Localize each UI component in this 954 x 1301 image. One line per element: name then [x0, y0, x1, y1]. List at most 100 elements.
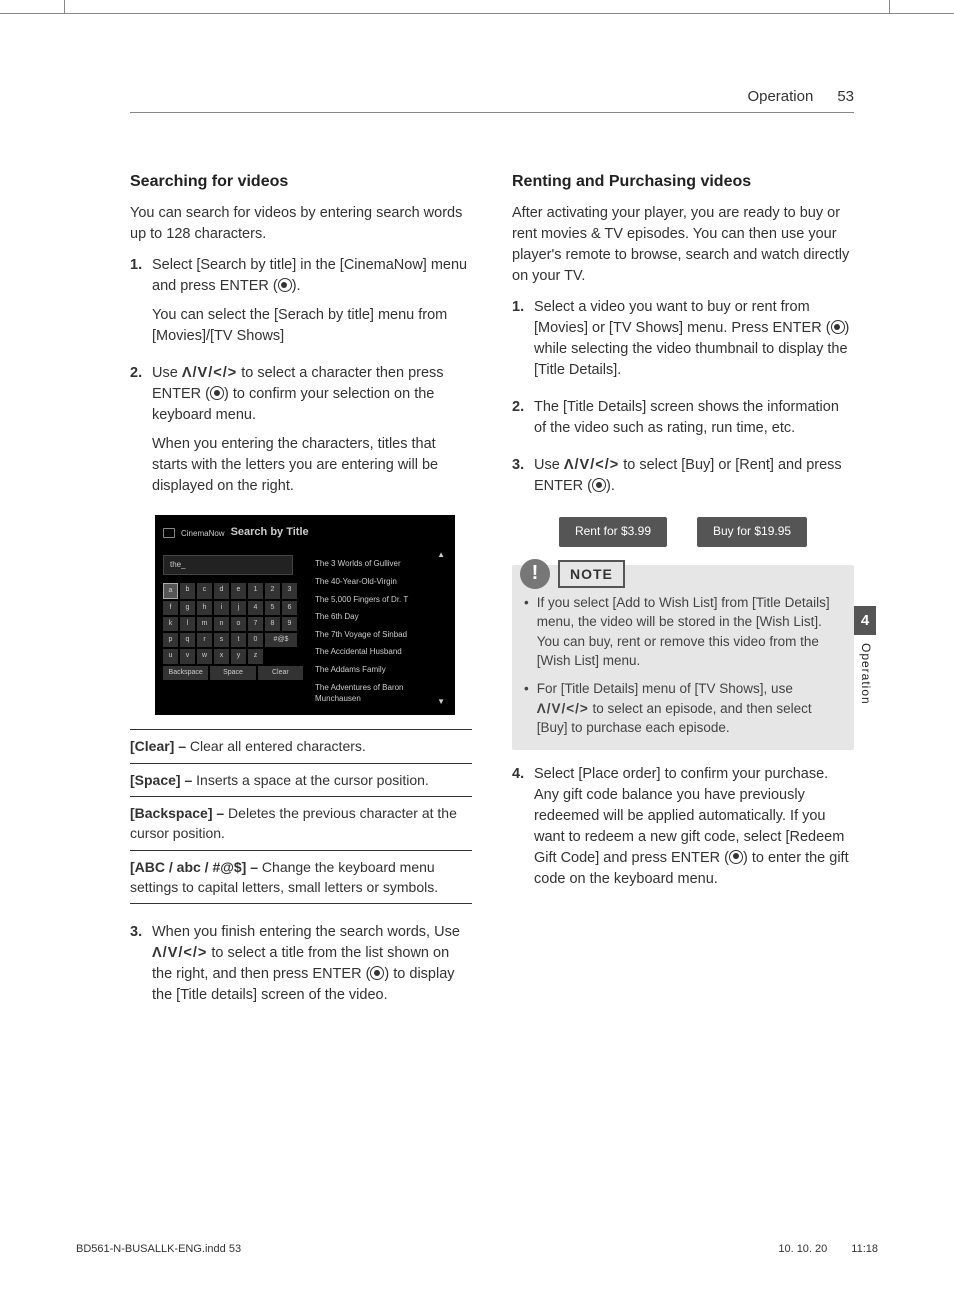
crop-mark-right — [889, 0, 890, 14]
side-tab: 4 Operation — [854, 606, 876, 705]
sc-key: g — [180, 601, 195, 615]
sc-result-item: The 6th Day — [315, 608, 443, 626]
sc-key: y — [231, 649, 246, 663]
sc-key: f — [163, 601, 178, 615]
note-label: NOTE — [558, 560, 625, 588]
header-section: Operation — [747, 88, 813, 105]
sc-key: u — [163, 649, 178, 663]
sc-key: 3 — [282, 583, 297, 599]
left-step-1: 1. Select [Search by title] in the [Cine… — [130, 255, 472, 355]
sc-result-item: The Adventures of Baron Munchausen — [315, 679, 443, 708]
sc-key: t — [231, 633, 246, 647]
left-column: Searching for videos You can search for … — [130, 170, 472, 1022]
sc-key: s — [214, 633, 229, 647]
sc-result-item: The 7th Voyage of Sinbad — [315, 626, 443, 644]
right-step-4: 4. Select [Place order] to confirm your … — [512, 764, 854, 898]
crop-mark-left — [64, 0, 65, 14]
sc-key: 5 — [265, 601, 280, 615]
sc-key: q — [180, 633, 195, 647]
right-intro: After activating your player, you are re… — [512, 203, 854, 287]
note-icon: ! — [520, 559, 550, 589]
right-heading: Renting and Purchasing videos — [512, 170, 854, 193]
left-step-3: 3. When you finish entering the search w… — [130, 922, 472, 1014]
right-step-3: 3. Use Λ/V/</> to select [Buy] or [Rent]… — [512, 455, 854, 505]
sc-key: 2 — [265, 583, 280, 599]
rstep3: Use Λ/V/</> to select [Buy] or [Rent] an… — [534, 455, 854, 497]
definition-row: [Clear] – Clear all entered characters. — [130, 729, 472, 762]
sc-result-item: The 40-Year-Old-Virgin — [315, 573, 443, 591]
sc-key: 1 — [248, 583, 263, 599]
footer-date: 10. 10. 20 — [778, 1243, 827, 1255]
step-number: 2. — [512, 397, 534, 447]
scroll-down-icon: ▼ — [437, 696, 445, 708]
page-header: Operation 53 — [747, 88, 854, 105]
sc-clear: Clear — [258, 666, 303, 680]
sc-key: i — [214, 601, 229, 615]
sc-key-symbols: #@$ — [265, 633, 297, 647]
step-number: 3. — [130, 922, 152, 1014]
sc-key: w — [197, 649, 212, 663]
sc-brand: CinemaNow — [181, 528, 225, 540]
side-tab-label: Operation — [854, 635, 873, 705]
definition-row: [Space] – Inserts a space at the cursor … — [130, 763, 472, 796]
enter-icon — [592, 478, 606, 492]
left-intro: You can search for videos by entering se… — [130, 203, 472, 245]
right-step-2: 2. The [Title Details] screen shows the … — [512, 397, 854, 447]
sc-key: r — [197, 633, 212, 647]
left-step-2: 2. Use Λ/V/</> to select a character the… — [130, 363, 472, 505]
header-rule — [130, 112, 854, 113]
sc-key: k — [163, 617, 178, 631]
step-number: 3. — [512, 455, 534, 505]
sc-key: o — [231, 617, 246, 631]
enter-icon — [729, 850, 743, 864]
rstep1: Select a video you want to buy or rent f… — [534, 297, 854, 381]
step-number: 1. — [512, 297, 534, 389]
step1-p2: You can select the [Serach by title] men… — [152, 305, 472, 347]
crop-mark-top — [0, 0, 954, 14]
sc-key: 0 — [248, 633, 263, 647]
enter-icon — [278, 278, 292, 292]
rstep4: Select [Place order] to confirm your pur… — [534, 764, 854, 890]
note-box: ! NOTE If you select [Add to Wish List] … — [512, 565, 854, 750]
note-item-2: For [Title Details] menu of [TV Shows], … — [524, 679, 842, 738]
sc-key: e — [231, 583, 246, 599]
sc-key: l — [180, 617, 195, 631]
right-column: Renting and Purchasing videos After acti… — [512, 170, 854, 1022]
note-item-1: If you select [Add to Wish List] from [T… — [524, 593, 842, 671]
step-number: 2. — [130, 363, 152, 505]
sc-key: 7 — [248, 617, 263, 631]
header-page-number: 53 — [837, 88, 854, 105]
sc-key: 8 — [265, 617, 280, 631]
step-number: 4. — [512, 764, 534, 898]
sc-key: a — [163, 583, 178, 599]
sc-keyboard: abcde123fghij456klmno789pqrst0#@$uvwxyz — [163, 583, 303, 664]
sc-key: m — [197, 617, 212, 631]
sc-key: c — [197, 583, 212, 599]
sc-key: h — [197, 601, 212, 615]
sc-key: b — [180, 583, 195, 599]
sc-key: v — [180, 649, 195, 663]
sc-space: Space — [210, 666, 255, 680]
sc-key: d — [214, 583, 229, 599]
step1-p1: Select [Search by title] in the [CinemaN… — [152, 255, 472, 297]
side-tab-number: 4 — [854, 606, 876, 635]
sc-result-item: The 3 Worlds of Gulliver — [315, 555, 443, 573]
page-footer: BD561-N-BUSALLK-ENG.indd 53 10. 10. 20 1… — [76, 1243, 878, 1255]
sc-title: Search by Title — [231, 525, 309, 541]
sc-result-item: The Accidental Husband — [315, 643, 443, 661]
sc-key: n — [214, 617, 229, 631]
step2-p2: When you entering the characters, titles… — [152, 434, 472, 497]
rent-buy-screenshot: Rent for $3.99 Buy for $19.95 — [512, 517, 854, 546]
sc-search-input: the_ — [163, 555, 293, 575]
sc-key: 6 — [282, 601, 297, 615]
enter-icon — [210, 386, 224, 400]
sc-key: z — [248, 649, 263, 663]
right-step-1: 1. Select a video you want to buy or ren… — [512, 297, 854, 389]
step-number: 1. — [130, 255, 152, 355]
rstep2: The [Title Details] screen shows the inf… — [534, 397, 854, 439]
step2-p1: Use Λ/V/</> to select a character then p… — [152, 363, 472, 426]
rent-button: Rent for $3.99 — [559, 517, 667, 546]
buy-button: Buy for $19.95 — [697, 517, 807, 546]
footer-time: 11:18 — [851, 1243, 878, 1255]
sc-keyboard-bottom: Backspace Space Clear — [163, 666, 303, 680]
